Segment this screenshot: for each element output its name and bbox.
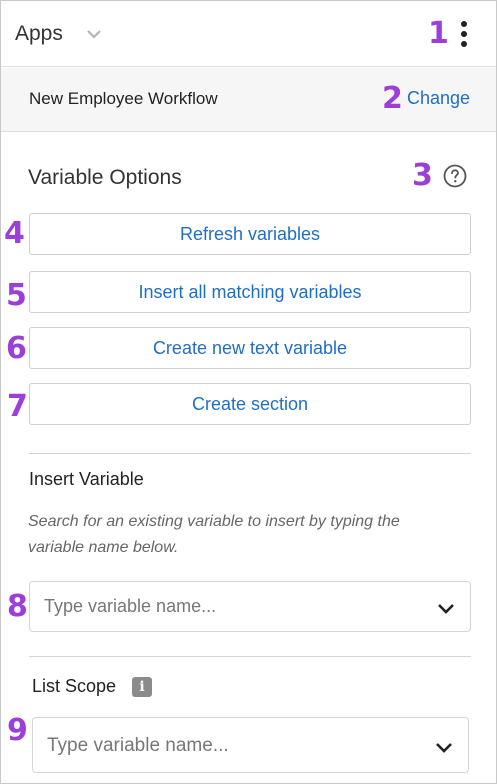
divider <box>29 453 471 454</box>
workflow-bar: New Employee Workflow Change <box>1 68 496 132</box>
apps-label: Apps <box>15 22 63 45</box>
variable-options-title: Variable Options <box>28 166 182 189</box>
list-scope-placeholder: Type variable name... <box>47 735 229 756</box>
change-workflow-link[interactable]: Change <box>407 88 470 109</box>
insert-variable-title: Insert Variable <box>29 469 144 489</box>
app-panel: Apps New Employee Workflow Change Variab… <box>0 0 497 784</box>
list-scope-title: List Scope <box>32 676 117 696</box>
chevron-down-icon <box>436 743 452 753</box>
kebab-menu-icon[interactable] <box>456 19 472 49</box>
marker-9: 9 <box>7 713 28 748</box>
question-circle-icon[interactable] <box>443 164 467 188</box>
create-section-button[interactable]: Create section <box>29 383 471 425</box>
divider <box>29 656 471 657</box>
list-scope-select[interactable]: Type variable name... <box>32 717 469 773</box>
insert-variable-placeholder: Type variable name... <box>44 596 217 616</box>
marker-2: 2 <box>382 81 403 116</box>
marker-1: 1 <box>428 16 449 51</box>
workflow-name: New Employee Workflow <box>29 89 218 108</box>
marker-3: 3 <box>412 158 433 193</box>
marker-4: 4 <box>4 216 25 251</box>
info-icon[interactable]: i <box>132 677 152 697</box>
marker-6: 6 <box>6 331 27 366</box>
chevron-down-icon <box>438 604 454 614</box>
apps-dropdown[interactable]: Apps <box>15 19 103 49</box>
marker-5: 5 <box>6 278 27 313</box>
chevron-down-icon <box>87 30 101 39</box>
marker-7: 7 <box>7 389 28 424</box>
insert-variable-hint: Search for an existing variable to inser… <box>28 513 400 556</box>
create-text-variable-button[interactable]: Create new text variable <box>29 327 471 369</box>
panel-header: Apps <box>1 1 496 67</box>
insert-all-matching-variables-button[interactable]: Insert all matching variables <box>29 271 471 313</box>
refresh-variables-button[interactable]: Refresh variables <box>29 213 471 255</box>
marker-8: 8 <box>7 589 28 624</box>
insert-variable-select[interactable]: Type variable name... <box>29 581 471 632</box>
